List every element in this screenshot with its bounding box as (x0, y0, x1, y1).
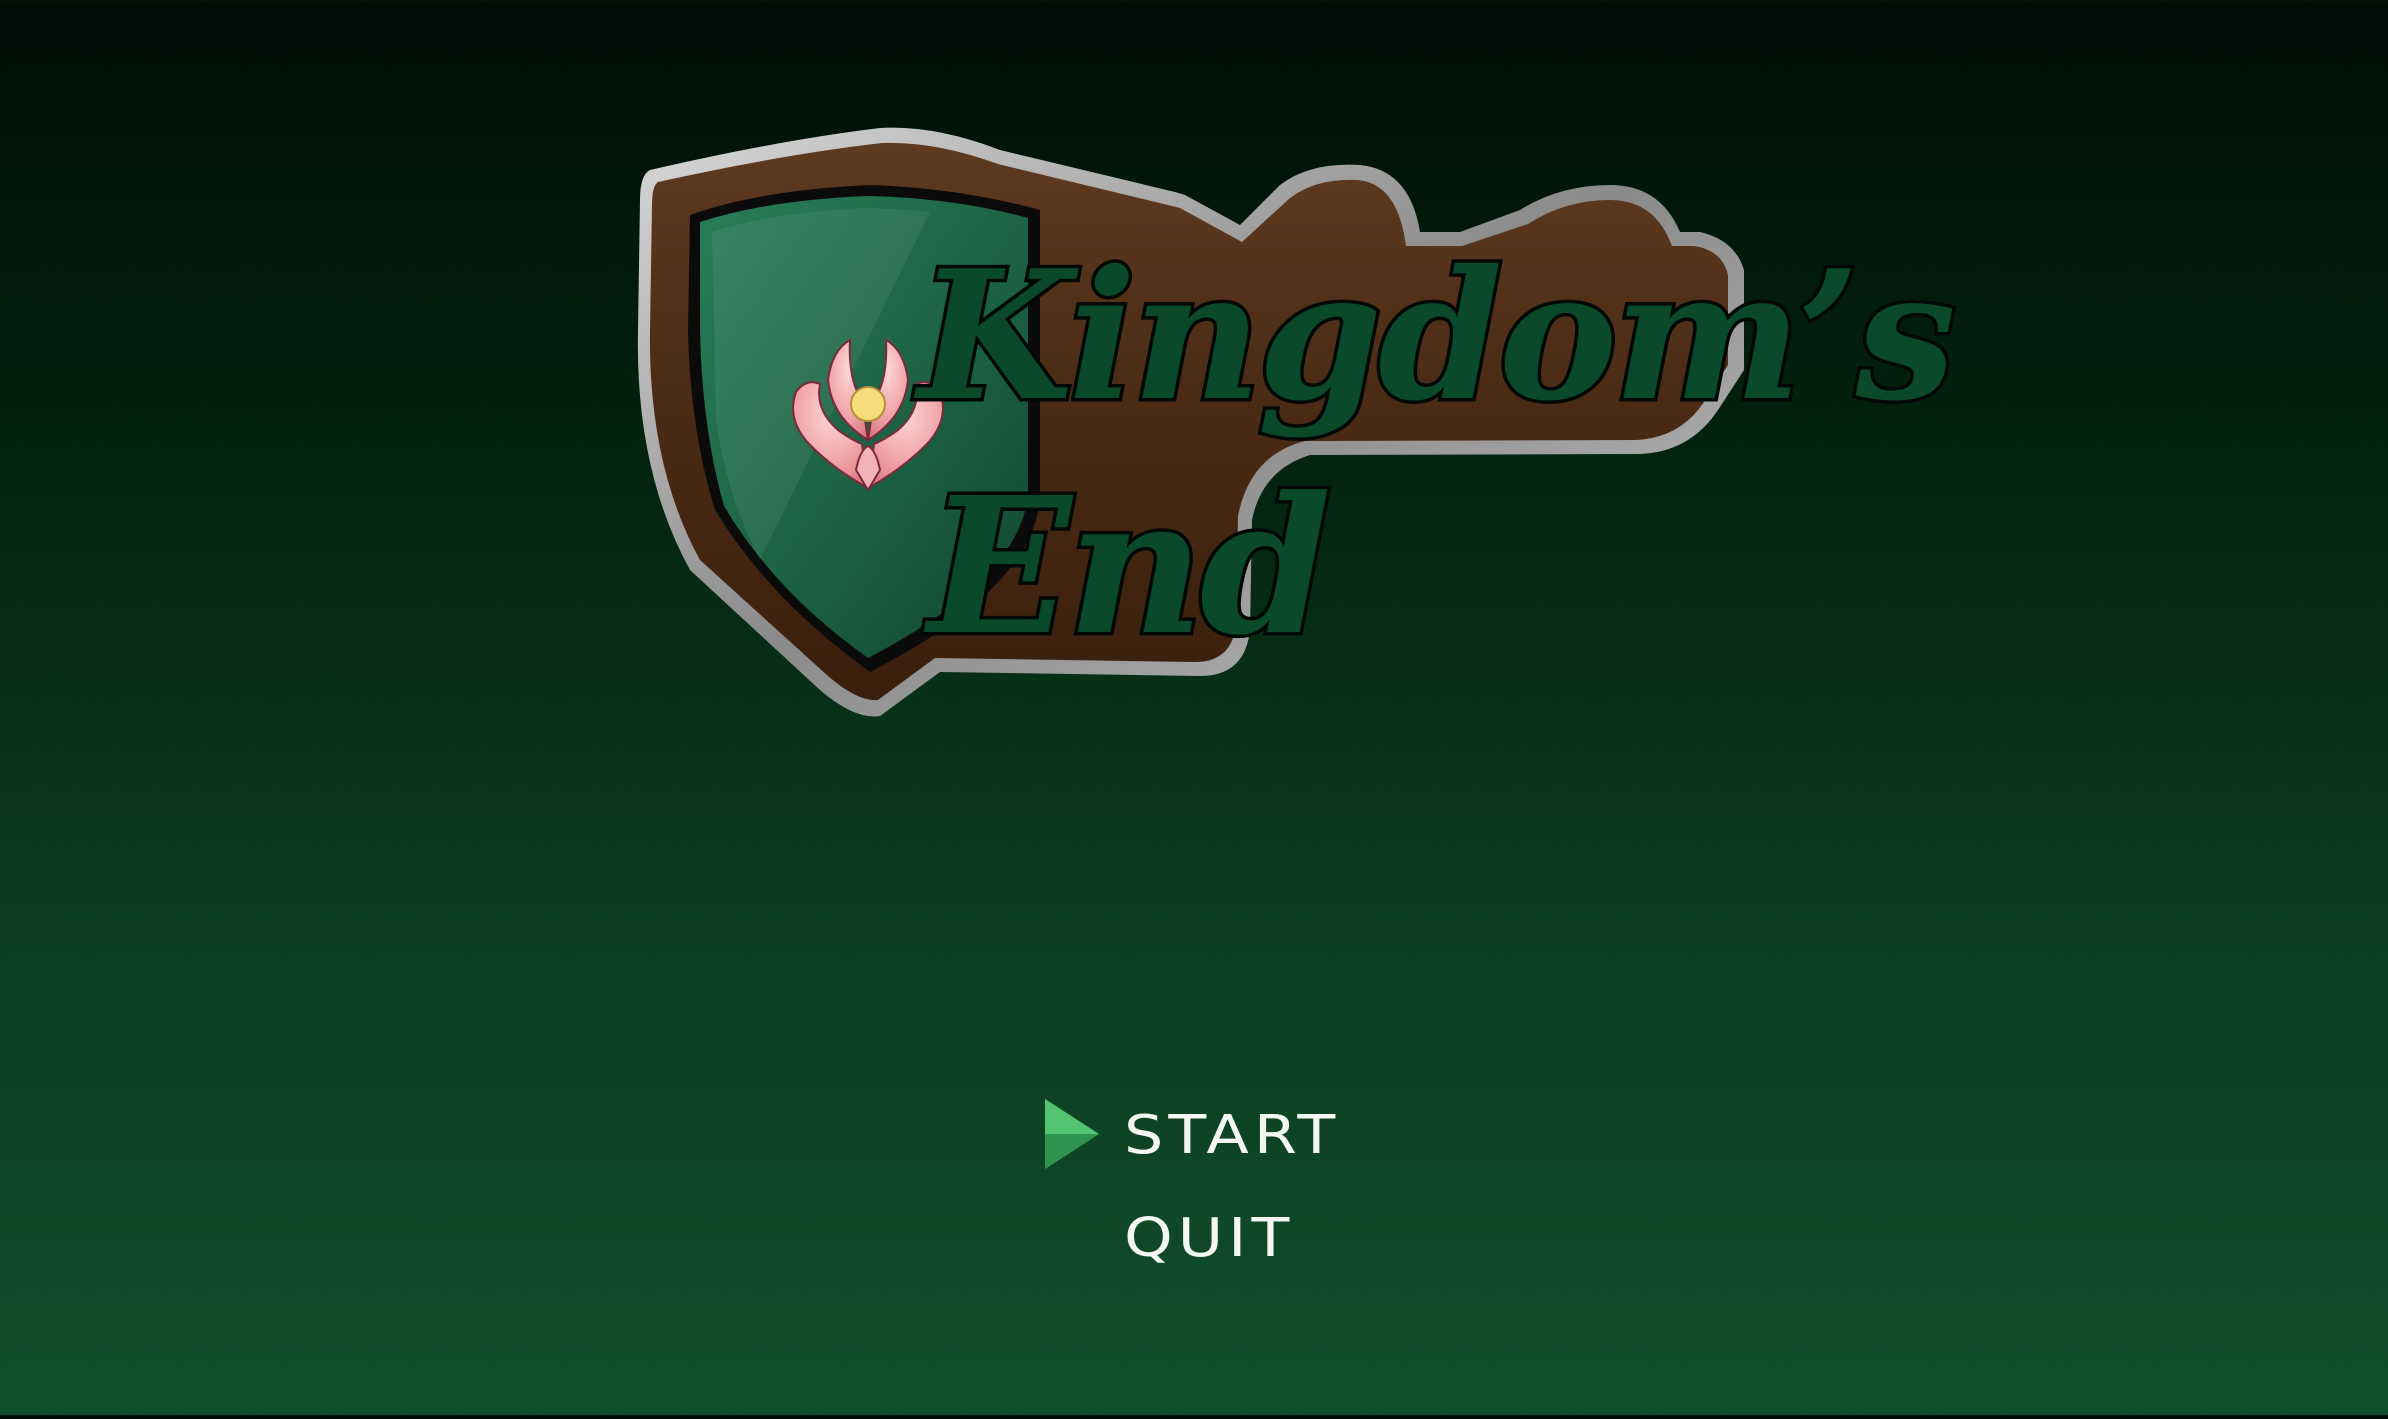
start-button[interactable]: START (1124, 1101, 1340, 1170)
logo-title-line2: End (923, 456, 1328, 677)
play-triangle-icon[interactable] (1043, 1097, 1101, 1171)
quit-button[interactable]: QUIT (1124, 1204, 1294, 1273)
logo-title-line1: Kingdom’s (913, 231, 1953, 440)
